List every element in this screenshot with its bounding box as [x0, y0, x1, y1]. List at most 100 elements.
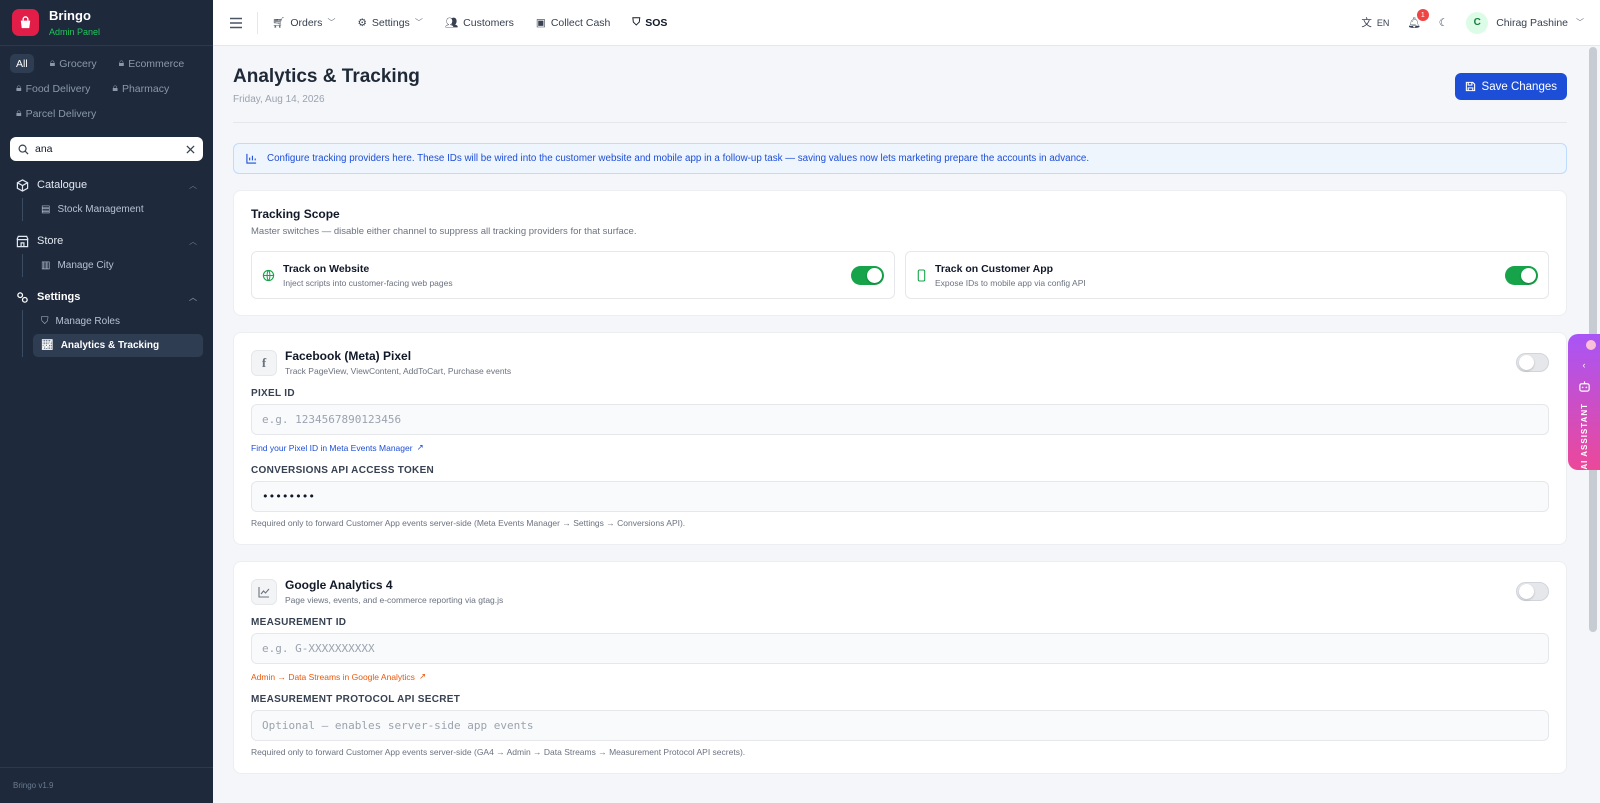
nav-sos[interactable]: ⛉ SOS [632, 16, 667, 29]
line-chart-icon [251, 578, 277, 605]
capi-token-label: CONVERSIONS API ACCESS TOKEN [251, 465, 435, 476]
chevron-left-icon: ‹ [1582, 360, 1586, 370]
sidebar-item-stock-management[interactable]: ▤ Stock Management [33, 198, 213, 221]
info-banner: Configure tracking providers here. These… [233, 143, 1567, 174]
menu-icon[interactable] [229, 17, 243, 29]
sidebar-search [10, 137, 203, 161]
save-changes-button[interactable]: Save Changes [1454, 73, 1567, 100]
store-icon [16, 235, 29, 247]
main-content: Analytics & Tracking Friday, Aug 14, 202… [213, 46, 1587, 803]
ga4-desc: Page views, events, and e-commerce repor… [285, 595, 504, 605]
pixel-id-input[interactable] [251, 404, 1549, 435]
notifications-button[interactable]: 🔔︎ 1 [1407, 9, 1429, 29]
clear-icon[interactable] [186, 144, 195, 154]
shield-check-icon: ⛉ [41, 316, 49, 327]
nav-collect-cash[interactable]: ▣ Collect Cash [536, 17, 610, 29]
notification-badge: 1 [1416, 9, 1429, 21]
track-website-desc: Inject scripts into customer-facing web … [283, 277, 453, 288]
language-switcher[interactable]: 文 EN [1361, 15, 1389, 30]
chevron-up-icon: ︿ [189, 292, 197, 302]
module-filter: All 🔒︎ Grocery 🔒︎ Ecommerce 🔒︎ Food Deliver… [0, 46, 213, 127]
avatar: C [1466, 11, 1489, 34]
chevron-down-icon: ﹀ [414, 18, 423, 27]
brand-subtitle: Admin Panel [49, 27, 101, 37]
measurement-id-label: MEASUREMENT ID [251, 617, 347, 628]
save-icon [1465, 81, 1475, 92]
chip-grocery[interactable]: 🔒︎ Grocery [44, 54, 103, 73]
pixel-id-label: PIXEL ID [251, 388, 295, 399]
api-secret-hint: Required only to forward Customer App ev… [251, 747, 746, 757]
version-label: Bringo v1.9 [0, 767, 213, 803]
topbar: 🛒︎ Orders ﹀ ⚙︎ Settings ﹀ 👥︎ Customers ▣… [213, 0, 1600, 46]
api-secret-label: MEASUREMENT PROTOCOL API SECRET [251, 694, 461, 705]
capi-token-hint: Required only to forward Customer App ev… [251, 518, 686, 528]
track-app-toggle[interactable] [1505, 265, 1538, 285]
track-app-desc: Expose IDs to mobile app via config API [935, 277, 1086, 288]
measurement-id-help-link[interactable]: Admin → Data Streams in Google Analytics… [251, 671, 1549, 682]
status-dot [1586, 340, 1596, 350]
sidebar-item-manage-roles[interactable]: ⛉ Manage Roles [33, 310, 213, 333]
lock-icon: 🔒︎ [16, 82, 22, 94]
translate-icon: 文 [1361, 17, 1372, 29]
chevron-up-icon: ︿ [189, 180, 197, 190]
lock-icon: 🔒︎ [112, 82, 118, 94]
facebook-title: Facebook (Meta) Pixel [285, 349, 412, 363]
pixel-id-help-link[interactable]: Find your Pixel ID in Meta Events Manage… [251, 442, 1549, 453]
facebook-toggle[interactable] [1516, 353, 1549, 372]
facebook-pixel-card: f Facebook (Meta) Pixel Track PageView, … [233, 332, 1567, 545]
tracking-scope-card: Tracking Scope Master switches — disable… [233, 190, 1567, 316]
page-header: Analytics & Tracking Friday, Aug 14, 202… [233, 46, 1567, 123]
capi-token-input[interactable] [251, 481, 1549, 512]
chip-ecommerce[interactable]: 🔒︎ Ecommerce [113, 54, 191, 73]
measurement-id-input[interactable] [251, 633, 1549, 664]
sidebar-group-catalogue[interactable]: Catalogue ︿ [0, 173, 213, 197]
page-title: Analytics & Tracking [233, 66, 420, 87]
external-link-icon: ↗ [416, 442, 424, 452]
track-website-title: Track on Website [283, 262, 370, 275]
boxes-icon: ▤ [41, 204, 51, 215]
lock-icon: 🔒︎ [16, 107, 22, 119]
ga4-toggle[interactable] [1516, 582, 1549, 601]
robot-icon [1578, 381, 1590, 392]
nav-customers[interactable]: 👥︎ Customers [444, 16, 514, 30]
nav-settings[interactable]: ⚙︎ Settings ﹀ [357, 17, 422, 29]
external-link-icon: ↗ [418, 671, 427, 681]
phone-icon [917, 268, 926, 282]
sidebar-group-store[interactable]: Store ︿ [0, 229, 213, 253]
track-website-toggle[interactable] [851, 265, 884, 285]
chip-food-delivery[interactable]: 🔒︎ Food Delivery [10, 79, 96, 98]
track-app-option: Track on Customer App Expose IDs to mobi… [905, 251, 1549, 299]
chip-parcel-delivery[interactable]: 🔒︎ Parcel Delivery [10, 104, 102, 123]
cart-icon: 🛒︎ [272, 17, 286, 29]
chip-all[interactable]: All [10, 54, 34, 73]
api-secret-input[interactable] [251, 710, 1549, 741]
users-icon: 👥︎ [444, 17, 459, 29]
user-menu[interactable]: C Chirag Pashine ﹀ [1466, 11, 1584, 34]
chevron-down-icon: ﹀ [327, 18, 336, 27]
user-name: Chirag Pashine [1496, 16, 1568, 29]
tracking-scope-title: Tracking Scope [251, 207, 340, 221]
ga4-card: Google Analytics 4 Page views, events, a… [233, 561, 1567, 774]
bar-chart-icon [246, 153, 257, 164]
moon-icon[interactable]: ☾ [1439, 17, 1448, 29]
sidebar-item-manage-city[interactable]: ▥ Manage City [33, 254, 213, 277]
sidebar-search-input[interactable] [35, 143, 180, 155]
sidebar-group-settings[interactable]: Settings ︿ [0, 285, 213, 309]
track-website-option: Track on Website Inject scripts into cus… [251, 251, 895, 299]
chart-icon: 📈︎ [41, 340, 54, 351]
page-date: Friday, Aug 14, 2026 [233, 94, 325, 105]
wallet-icon: ▣ [535, 16, 546, 29]
sidebar-item-analytics-tracking[interactable]: 📈︎ Analytics & Tracking [33, 334, 203, 357]
search-icon [18, 144, 29, 155]
ga4-title: Google Analytics 4 [285, 578, 393, 592]
gear-icon: ⚙︎ [357, 16, 367, 29]
ai-assistant-tab[interactable]: ‹ AI ASSISTANT [1568, 334, 1600, 470]
sidebar: Bringo Admin Panel All 🔒︎ Grocery 🔒︎ Ecomm… [0, 0, 213, 803]
ai-assistant-label: AI ASSISTANT [1579, 403, 1589, 470]
nav-orders[interactable]: 🛒︎ Orders ﹀ [272, 16, 336, 30]
chip-pharmacy[interactable]: 🔒︎ Pharmacy [106, 79, 175, 98]
tracking-scope-subtitle: Master switches — disable either channel… [251, 226, 637, 237]
brand[interactable]: Bringo Admin Panel [0, 0, 213, 46]
bag-logo-icon [12, 9, 39, 36]
shield-icon: ⛉ [632, 16, 641, 28]
